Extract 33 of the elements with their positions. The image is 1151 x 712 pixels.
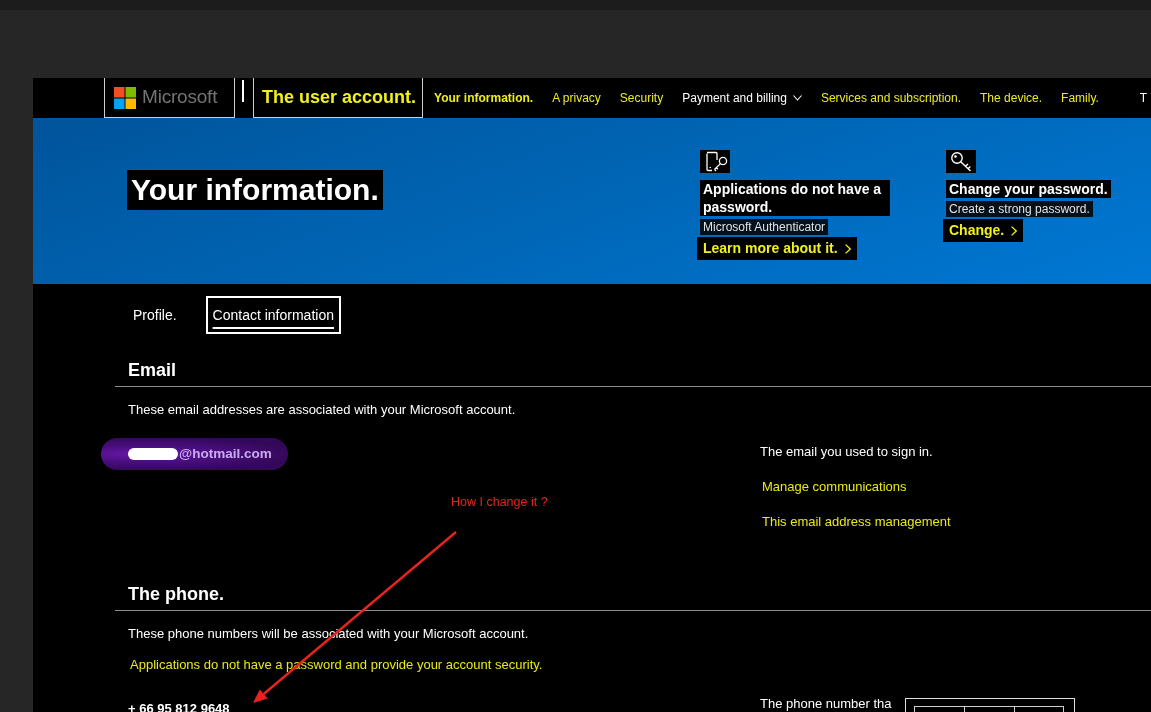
nav-link[interactable]: Payment and billing — [682, 89, 802, 107]
phone-note: The phone number tha — [760, 696, 892, 711]
nav-link[interactable]: Services and subscription. — [820, 89, 961, 107]
email-address: @hotmail.com — [179, 446, 272, 462]
chevron-down-icon — [792, 95, 802, 101]
nav-link[interactable]: The device. — [980, 89, 1043, 107]
tile-link[interactable]: Learn more about it. — [697, 237, 857, 260]
section-description: These email addresses are associated with your Microsoft account. — [127, 401, 517, 419]
nav-link[interactable]: Security — [619, 89, 664, 107]
email-link[interactable]: Manage communications — [760, 478, 907, 496]
tile-link[interactable]: Change. — [943, 219, 1024, 242]
annotation-text: How I change it ? — [451, 494, 548, 510]
nav-link[interactable]: A privacy — [552, 89, 601, 107]
nav-link[interactable]: T — [1139, 89, 1148, 107]
section-heading: The phone. — [115, 582, 1151, 611]
phone-key-icon — [700, 150, 730, 173]
tab[interactable]: Profile. — [126, 296, 184, 334]
nav-link[interactable]: Family. — [1061, 89, 1099, 107]
redaction-mark — [128, 448, 178, 460]
tile-subtitle: Microsoft Authenticator — [700, 219, 829, 235]
chevron-right-icon — [844, 243, 851, 254]
tile-title: Change your password. — [946, 180, 1111, 198]
tab[interactable]: Contact information — [205, 296, 341, 334]
tile-subtitle: Create a strong password. — [946, 201, 1093, 217]
page-title: Your information. — [127, 170, 383, 210]
four-squares-logo-icon — [114, 86, 136, 109]
email-link[interactable]: This email address management — [760, 513, 951, 531]
sign-in-note: The email you used to sign in. — [760, 443, 933, 461]
nav-link[interactable]: Your information. — [434, 89, 534, 107]
key-icon — [946, 150, 976, 173]
tile-title: Applications do not have a password. — [700, 180, 890, 216]
section-heading: Email — [115, 358, 1151, 387]
chevron-right-icon — [1011, 225, 1018, 236]
